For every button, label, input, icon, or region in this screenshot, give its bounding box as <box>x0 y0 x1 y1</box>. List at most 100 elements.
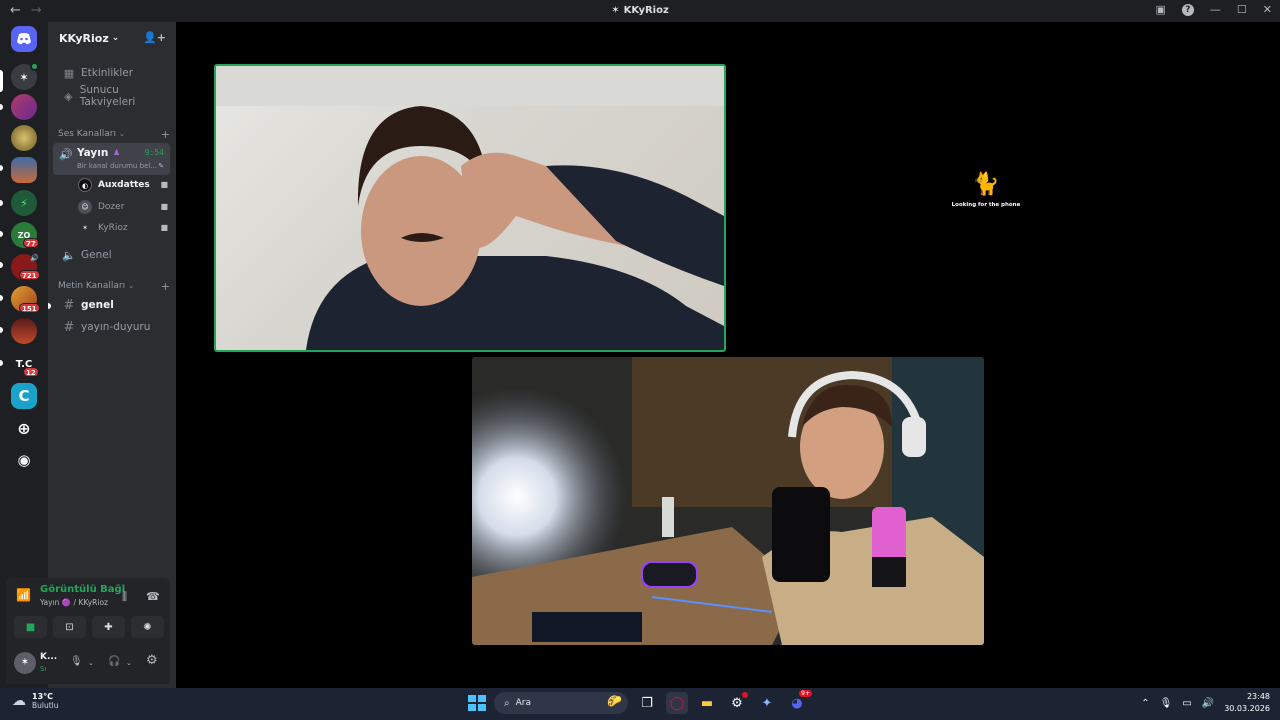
headphones-icon[interactable]: 🎧 <box>108 656 120 667</box>
back-arrow-icon[interactable]: ← <box>10 3 21 18</box>
edit-pencil-icon[interactable]: ✎ <box>158 162 164 170</box>
mention-badge: 721 <box>19 270 40 280</box>
server-avatar-9[interactable] <box>11 318 37 344</box>
discord-home-icon[interactable] <box>11 26 37 52</box>
voice-category[interactable]: Ses Kanalları ⌄ + <box>58 128 170 141</box>
weather-widget[interactable]: ☁ 13°C Bulutlu <box>12 692 59 710</box>
events-item[interactable]: ▦ Etkinlikler <box>56 62 170 84</box>
unread-pill <box>0 231 3 237</box>
add-channel-icon[interactable]: + <box>161 280 170 293</box>
camera-button[interactable]: ■ <box>14 616 47 638</box>
no-camera-tile[interactable]: 🐈 Looking for the phone <box>946 172 1026 208</box>
avatar: ✶ <box>78 221 92 235</box>
help-icon[interactable]: ? <box>1181 3 1194 16</box>
text-channel-yayin-duyuru[interactable]: # yayın-duyuru <box>56 316 170 338</box>
chevron-down-icon: ⌄ <box>128 282 134 290</box>
cloud-icon: ☁ <box>12 693 26 709</box>
system-tray: ⌃ 🎙 ▭ 🔊 23:48 30.03.2026 <box>1141 691 1270 715</box>
channel-status[interactable]: Bir kanal durumu bel... <box>77 162 157 170</box>
activities-button[interactable]: ✚ <box>92 616 125 638</box>
avatar: ◐ <box>78 178 92 192</box>
file-explorer-icon[interactable]: ▬ <box>696 692 718 714</box>
chevron-down-icon[interactable]: ⌄ <box>88 659 94 667</box>
notification-dot <box>742 692 748 698</box>
maximize-button[interactable]: ☐ <box>1237 3 1247 16</box>
hash-icon: # <box>63 297 75 313</box>
voice-user-kyrioz[interactable]: ✶ KyRioz ■ <box>78 219 168 237</box>
task-view-icon[interactable]: ❐ <box>636 692 658 714</box>
server-avatar-2[interactable] <box>11 94 37 120</box>
disconnect-icon[interactable]: ☎ <box>146 590 160 603</box>
chevron-up-icon[interactable]: ⌃ <box>1141 698 1149 709</box>
close-button[interactable]: ✕ <box>1263 3 1272 16</box>
webcam-feed-1 <box>216 66 724 350</box>
user-activity-caption: Looking for the phone <box>951 202 1021 208</box>
video-stage: 🐈 Looking for the phone <box>176 22 1280 688</box>
discord-badge: 9+ <box>799 690 812 697</box>
battlenet-icon[interactable]: ✦ <box>756 692 778 714</box>
speaker-icon: 🔊 <box>30 254 39 262</box>
voice-channel-genel[interactable]: 🔈 Genel <box>56 244 170 266</box>
server-avatar-c[interactable]: C <box>11 383 37 409</box>
server-avatar-3[interactable] <box>11 125 37 151</box>
windows-taskbar: ☁ 13°C Bulutlu ⌕ Ara 🌮 ❐ ◯ ▬ ⚙ ✦ ◕ 9+ ⌃ 🎙… <box>0 688 1280 720</box>
volume-icon[interactable]: 🔊 <box>1202 698 1214 709</box>
window-title-text: KKyRioz <box>623 5 669 16</box>
chevron-down-icon: ⌄ <box>111 33 120 43</box>
steam-icon[interactable]: ⚙ <box>726 692 748 714</box>
chevron-down-icon: ⌄ <box>119 130 125 138</box>
guild-name: KKyRioz <box>59 31 109 45</box>
voice-user-dozer[interactable]: ☺ Dozer ■ <box>78 198 168 216</box>
unread-pill <box>0 200 3 206</box>
events-label: Etkinlikler <box>81 67 134 79</box>
avatar[interactable]: ✶ <box>14 652 36 674</box>
noise-suppression-icon[interactable]: ⫼ <box>122 590 127 604</box>
screen-share-button[interactable]: ⊡ <box>53 616 86 638</box>
guild-header[interactable]: KKyRioz ⌄ 👤+ <box>48 22 176 54</box>
chevron-down-icon[interactable]: ⌄ <box>126 659 132 667</box>
microphone-icon[interactable]: 🎙 <box>70 656 83 667</box>
minimize-button[interactable]: — <box>1210 3 1221 16</box>
forward-arrow-icon[interactable]: → <box>31 3 42 18</box>
mention-badge: 151 <box>19 303 40 313</box>
microphone-icon[interactable]: 🎙 <box>1160 698 1173 709</box>
text-channel-label: genel <box>81 299 114 311</box>
unread-pill <box>0 104 3 110</box>
display-icon[interactable]: ▭ <box>1182 698 1191 709</box>
boosts-label: Sunucu Takviyeleri <box>79 84 136 108</box>
discover-icon[interactable]: ◉ <box>11 447 37 473</box>
start-button[interactable] <box>466 693 486 713</box>
text-category-label: Metin Kanalları <box>58 281 126 291</box>
server-boosts-item[interactable]: ◈ Sunucu Takviyeleri <box>56 84 170 108</box>
search-icon: ⌕ <box>504 697 510 709</box>
inbox-icon[interactable]: ▣ <box>1156 3 1166 16</box>
video-tile-speaking[interactable] <box>214 64 726 352</box>
discord-taskbar-icon[interactable]: ◕ 9+ <box>786 690 812 714</box>
gear-icon[interactable]: ⚙ <box>146 653 158 668</box>
webcam-feed-2 <box>472 357 984 645</box>
voice-channel-yayin[interactable]: 🔊 Yayın ♟ 9:54 Bir kanal durumu bel... ✎ <box>53 143 170 175</box>
voice-channel-name: Yayın <box>77 147 109 159</box>
soundboard-button[interactable]: ✺ <box>131 616 164 638</box>
connection-status: Görüntülü Bağl <box>40 584 126 595</box>
taskbar-search[interactable]: ⌕ Ara 🌮 <box>494 692 628 714</box>
server-avatar-5[interactable]: ⚡ <box>11 190 37 216</box>
mention-badge: 12 <box>23 367 39 377</box>
clock-date: 30.03.2026 <box>1224 704 1270 713</box>
add-channel-icon[interactable]: + <box>161 128 170 141</box>
mention-badge: 77 <box>23 238 39 248</box>
add-server-icon[interactable]: ⊕ <box>11 415 37 441</box>
voice-user-auxdattes[interactable]: ◐ Auxdattes ■ <box>78 176 168 194</box>
invite-people-icon[interactable]: 👤+ <box>143 31 166 44</box>
video-tile-streamer[interactable] <box>472 357 984 645</box>
taskbar-clock[interactable]: 23:48 30.03.2026 <box>1224 691 1270 715</box>
voice-connection-panel: 📶 Görüntülü Bağl Yayın 🟣 / KKyRioz ⫼ ☎ ■… <box>6 578 170 644</box>
server-avatar-4[interactable] <box>11 157 37 183</box>
connection-channel[interactable]: Yayın 🟣 / KKyRioz <box>40 598 108 607</box>
user-name: K... <box>40 652 58 662</box>
text-channel-genel[interactable]: # genel <box>56 294 170 316</box>
text-category[interactable]: Metin Kanalları ⌄ + <box>58 280 170 293</box>
window-title: ✶ KKyRioz <box>0 5 1280 16</box>
opera-icon[interactable]: ◯ <box>666 692 688 714</box>
signal-icon[interactable]: 📶 <box>16 588 31 602</box>
